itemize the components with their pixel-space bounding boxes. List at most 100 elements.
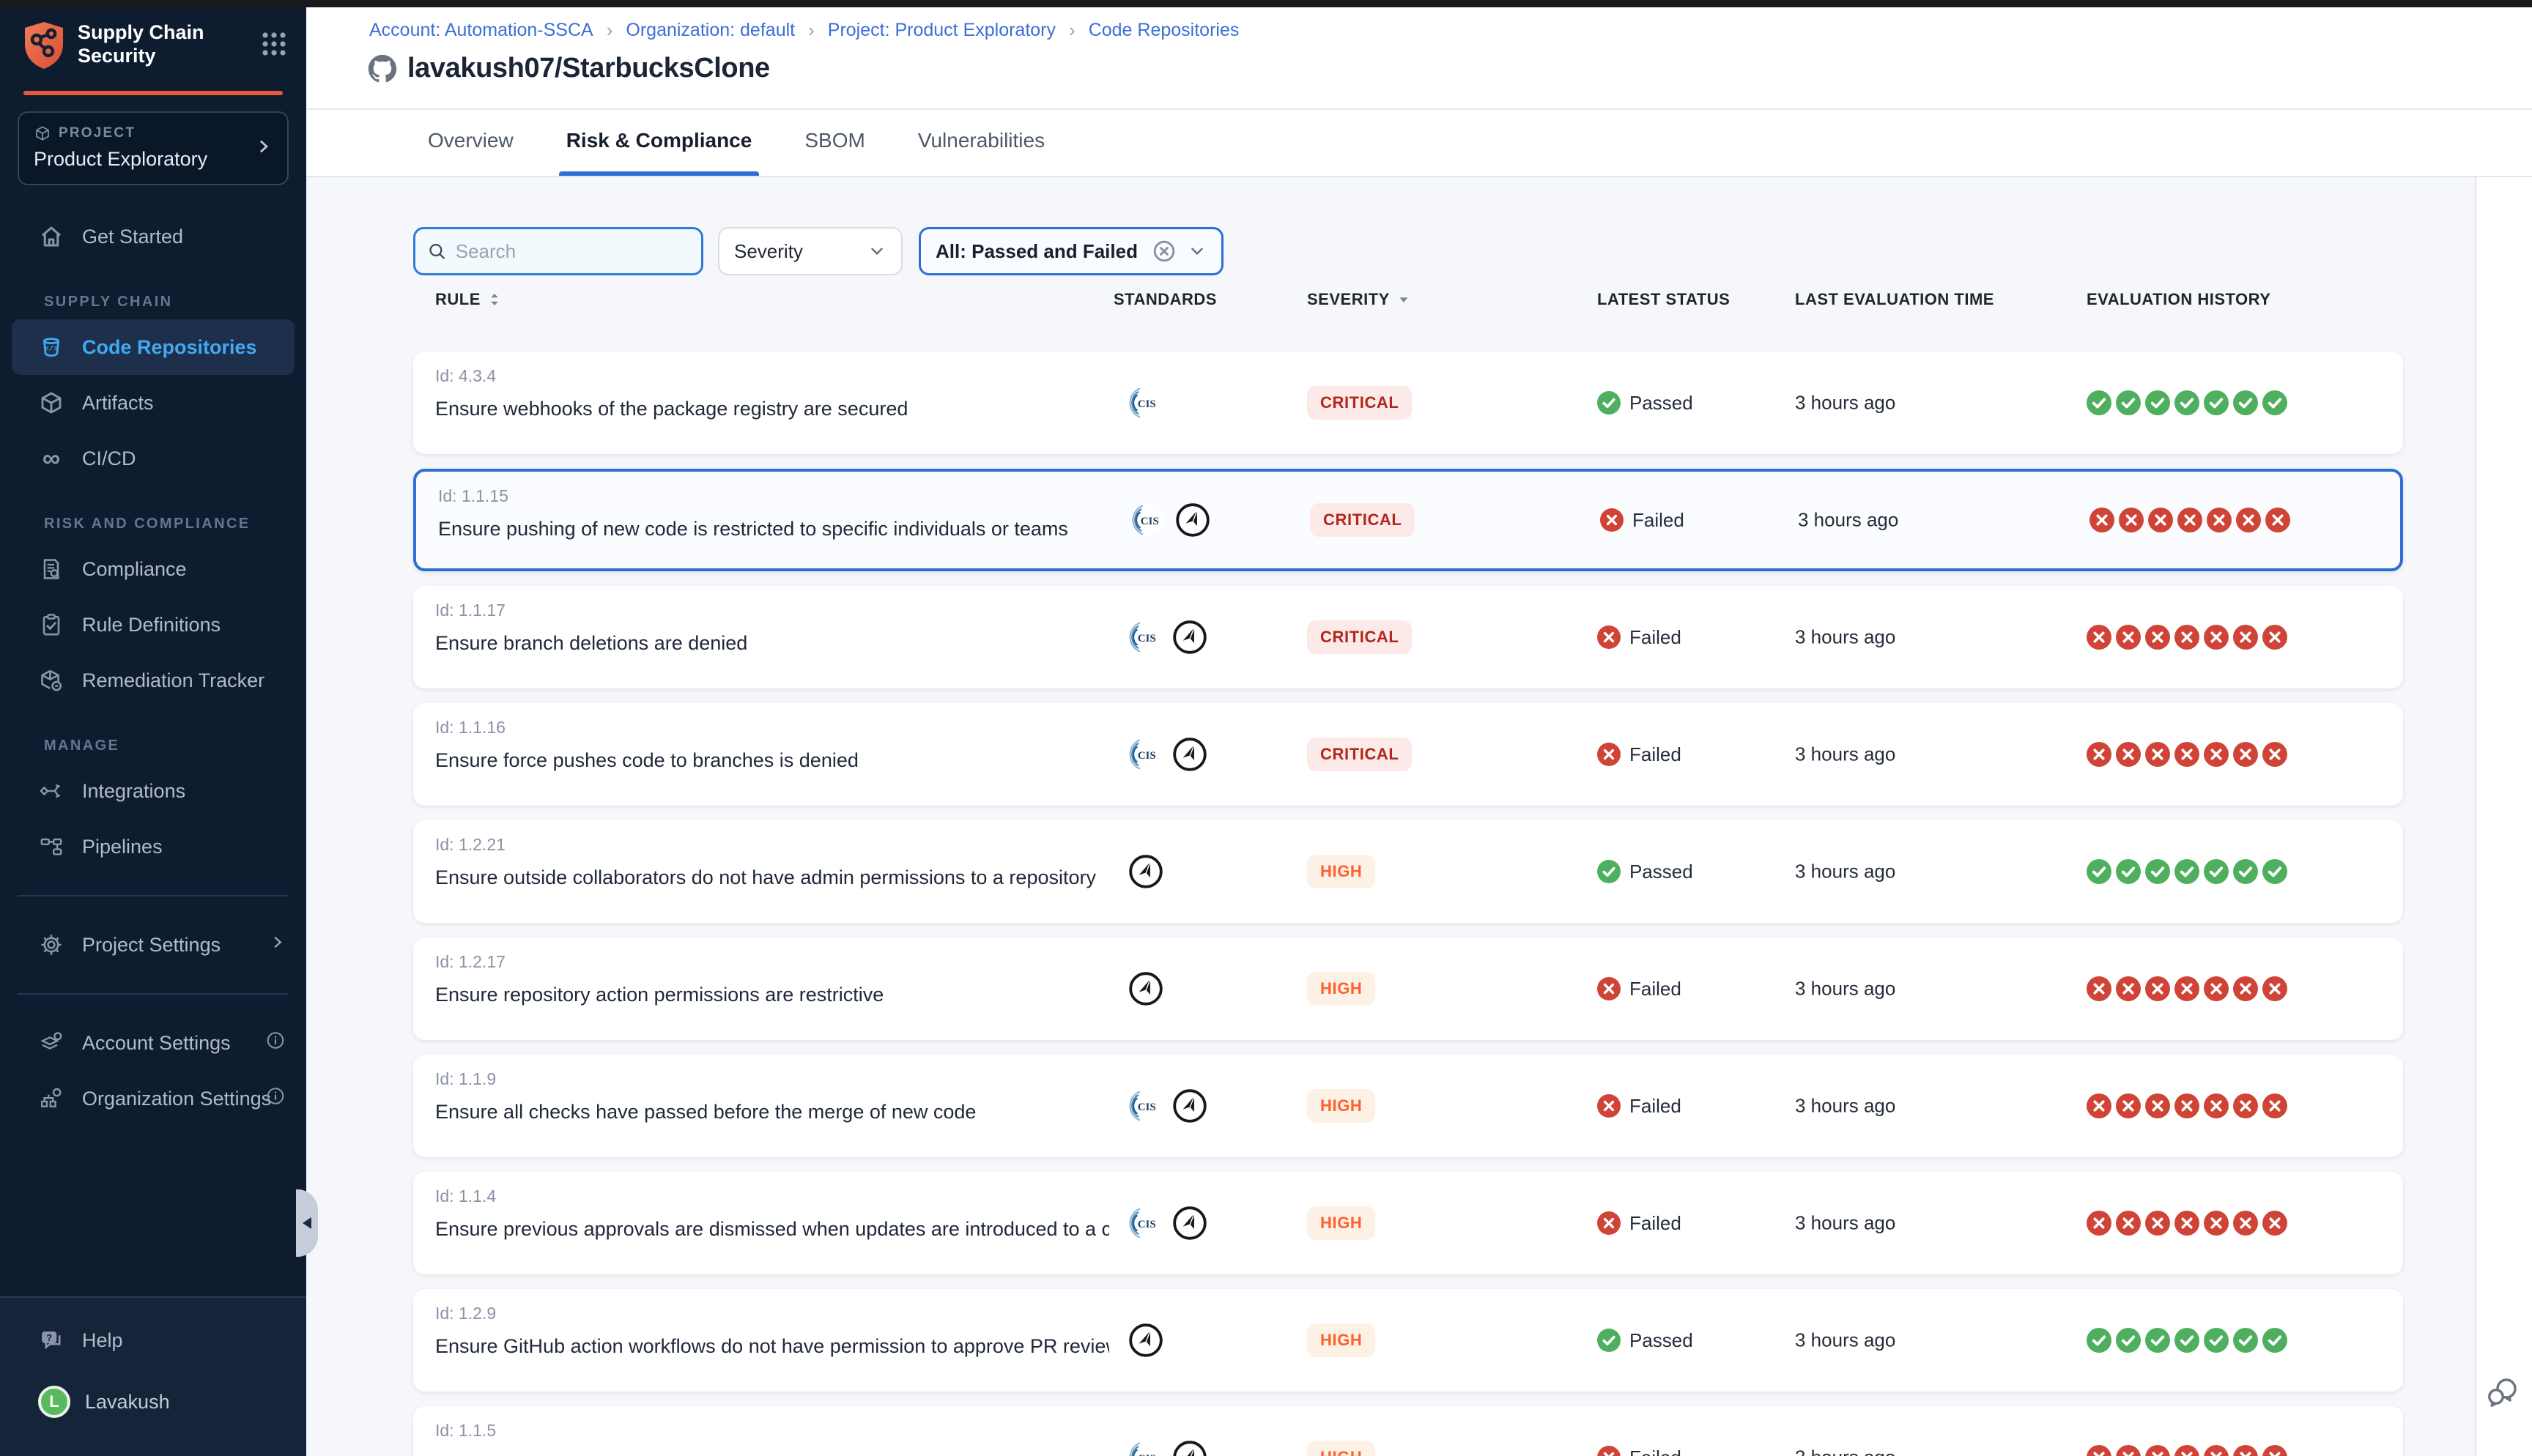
history-fail-icon (2265, 508, 2290, 532)
sidebar-item-code-repositories[interactable]: </> Code Repositories (12, 319, 295, 375)
latest-status-cell: Failed (1597, 977, 1681, 1000)
rule-id: Id: 1.2.21 (435, 835, 1109, 855)
evaluation-time: 3 hours ago (1795, 392, 1895, 415)
latest-status-cell: Passed (1597, 1329, 1693, 1352)
rule-id: Id: 1.2.17 (435, 952, 1109, 972)
table-row[interactable]: Id: 1.2.9 Ensure GitHub action workflows… (413, 1289, 2403, 1392)
svg-text:CIS: CIS (1141, 516, 1159, 527)
evaluation-history (2087, 1211, 2287, 1236)
rule-cell: Id: 4.3.4 Ensure webhooks of the package… (435, 366, 1109, 420)
failed-x-icon (1597, 1211, 1621, 1235)
history-pass-icon (2204, 859, 2229, 884)
sidebar-item-organization-settings[interactable]: Organization Settings (0, 1071, 306, 1126)
history-fail-icon (2262, 742, 2287, 767)
sidebar-item-label: Code Repositories (82, 336, 257, 359)
table-row[interactable]: Id: 4.3.4 Ensure webhooks of the package… (413, 352, 2403, 454)
history-fail-icon (2087, 742, 2111, 767)
column-header-evaluation-history[interactable]: EVALUATION HISTORY (2087, 290, 2270, 309)
info-icon[interactable] (265, 1030, 286, 1056)
history-fail-icon (2174, 625, 2199, 650)
breadcrumb-project[interactable]: Project: Product Exploratory (828, 20, 1056, 41)
sidebar-item-rule-definitions[interactable]: Rule Definitions (0, 597, 306, 653)
openssf-standard-icon (1128, 1323, 1163, 1358)
evaluation-time: 3 hours ago (1795, 1446, 1895, 1456)
app-switcher-grid-icon[interactable] (259, 29, 289, 59)
breadcrumb-account[interactable]: Account: Automation-SSCA (369, 20, 593, 41)
status-label: Passed (1629, 392, 1693, 415)
passed-check-icon (1597, 1329, 1621, 1352)
tab-sbom[interactable]: SBOM (797, 110, 872, 176)
sidebar-item-artifacts[interactable]: Artifacts (0, 375, 306, 431)
breadcrumb-organization[interactable]: Organization: default (626, 20, 795, 41)
history-fail-icon (2174, 1093, 2199, 1118)
sidebar-item-pipelines[interactable]: Pipelines (0, 819, 306, 874)
tab-risk-and-compliance[interactable]: Risk & Compliance (559, 110, 760, 176)
history-fail-icon (2087, 976, 2111, 1001)
integrations-icon (38, 778, 64, 804)
sidebar-item-compliance[interactable]: Compliance (0, 541, 306, 597)
rule-cell: Id: 1.1.9 Ensure all checks have passed … (435, 1069, 1109, 1123)
severity-badge: HIGH (1307, 1089, 1375, 1123)
status-filter-select[interactable]: All: Passed and Failed (919, 227, 1224, 275)
sidebar-item-get-started[interactable]: Get Started (0, 209, 306, 264)
sidebar-bottom-section: ? Help L Lavakush (0, 1296, 306, 1456)
severity-filter-select[interactable]: Severity (718, 227, 903, 275)
standards-cell: CIS (1128, 385, 1163, 420)
latest-status-cell: Passed (1597, 391, 1693, 415)
latest-status-cell: Failed (1597, 743, 1681, 766)
history-fail-icon (2145, 1211, 2170, 1236)
column-header-severity[interactable]: SEVERITY (1307, 290, 1412, 309)
table-row[interactable]: Id: 1.1.16 Ensure force pushes code to b… (413, 703, 2403, 806)
openssf-standard-icon (1172, 1440, 1207, 1456)
app-window: Supply Chain Security PROJECT Product Ex… (0, 0, 2532, 1456)
rule-cell: Id: 1.1.15 Ensure pushing of new code is… (438, 486, 1112, 541)
table-row[interactable]: Id: 1.1.9 Ensure all checks have passed … (413, 1055, 2403, 1157)
table-row[interactable]: Id: 1.1.15 Ensure pushing of new code is… (413, 469, 2403, 571)
user-name: Lavakush (85, 1391, 170, 1414)
table-row[interactable]: Id: 1.2.17 Ensure repository action perm… (413, 937, 2403, 1040)
standards-cell: CIS (1128, 620, 1207, 655)
table-row[interactable]: Id: 1.1.5 CIS HIGH Failed 3 hours ago (413, 1406, 2403, 1456)
column-header-last-evaluation-time[interactable]: LAST EVALUATION TIME (1795, 290, 1994, 309)
project-name: Product Exploratory (34, 148, 273, 171)
breadcrumb-code-repositories[interactable]: Code Repositories (1089, 20, 1240, 41)
breadcrumb-separator: › (1069, 19, 1076, 42)
info-icon[interactable] (265, 1086, 286, 1112)
sidebar-item-cicd[interactable]: ∞ CI/CD (0, 431, 306, 486)
sidebar-item-label: Help (82, 1329, 123, 1352)
history-pass-icon (2174, 1328, 2199, 1353)
history-fail-icon (2262, 625, 2287, 650)
table-row[interactable]: Id: 1.2.21 Ensure outside collaborators … (413, 820, 2403, 923)
column-header-rule[interactable]: RULE (435, 290, 503, 309)
table-row[interactable]: Id: 1.1.17 Ensure branch deletions are d… (413, 586, 2403, 688)
sidebar-item-remediation-tracker[interactable]: Remediation Tracker (0, 653, 306, 708)
history-fail-icon (2116, 1093, 2141, 1118)
sidebar-collapse-handle[interactable] (296, 1189, 318, 1257)
tab-vulnerabilities[interactable]: Vulnerabilities (911, 110, 1052, 176)
severity-cell: HIGH (1307, 1089, 1375, 1123)
sidebar-item-project-settings[interactable]: Project Settings (0, 917, 306, 973)
sidebar-item-integrations[interactable]: Integrations (0, 763, 306, 819)
history-pass-icon (2087, 859, 2111, 884)
sidebar-item-help[interactable]: ? Help (0, 1312, 306, 1368)
svg-text:CIS: CIS (1138, 398, 1156, 410)
evaluation-history (2087, 859, 2287, 884)
history-fail-icon (2145, 742, 2170, 767)
cis-standard-icon: CIS (1128, 737, 1163, 772)
support-chat-icon[interactable] (2485, 1375, 2520, 1411)
table-row[interactable]: Id: 1.1.4 Ensure previous approvals are … (413, 1172, 2403, 1274)
project-selector[interactable]: PROJECT Product Exploratory (18, 111, 289, 185)
tab-overview[interactable]: Overview (421, 110, 521, 176)
user-menu[interactable]: L Lavakush (0, 1368, 306, 1435)
breadcrumb-separator: › (808, 19, 815, 42)
clear-filter-icon[interactable] (1152, 239, 1176, 263)
history-fail-icon (2236, 508, 2261, 532)
column-header-latest-status[interactable]: LATEST STATUS (1597, 290, 1730, 309)
sidebar-item-account-settings[interactable]: Account Settings (0, 1015, 306, 1071)
failed-x-icon (1597, 1446, 1621, 1456)
column-header-standards[interactable]: STANDARDS (1114, 290, 1217, 309)
search-input[interactable] (456, 240, 689, 263)
latest-status-cell: Failed (1600, 508, 1684, 532)
failed-x-icon (1597, 625, 1621, 649)
nav-group-risk-and-compliance: RISK AND COMPLIANCE (44, 516, 306, 532)
